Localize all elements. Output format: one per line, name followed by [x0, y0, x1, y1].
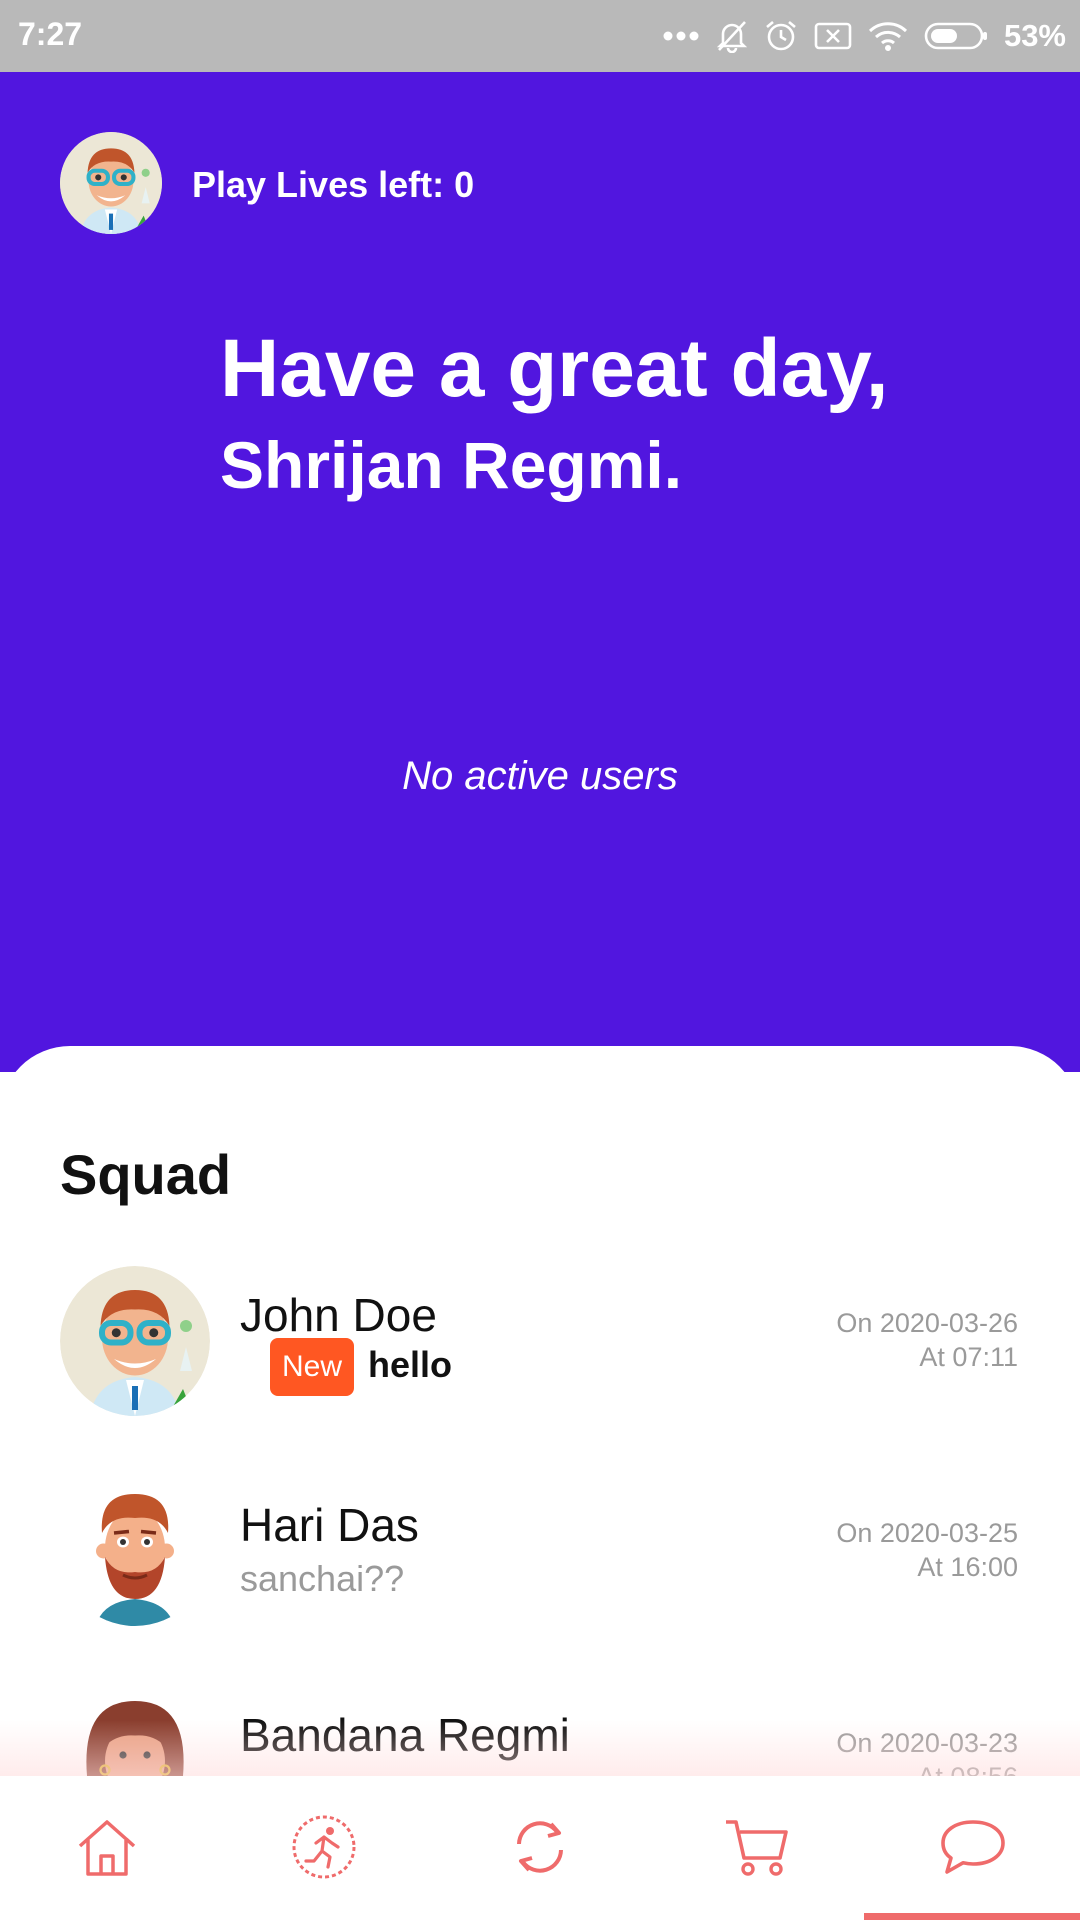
- refresh-icon: [507, 1814, 573, 1885]
- cart-icon: [722, 1814, 792, 1885]
- status-bar: 7:27 53%: [0, 0, 1080, 72]
- bell-off-icon: [716, 19, 748, 53]
- play-lives-label: Play Lives left: 0: [192, 164, 475, 205]
- active-users-status: No active users: [402, 754, 678, 798]
- squad-title: Squad: [60, 1143, 232, 1206]
- member-name: Bandana Regmi: [240, 1709, 570, 1761]
- nav-home-button[interactable]: [62, 1804, 152, 1894]
- squad-member-row[interactable]: John Doe New hello On 2020-03-26 At 07:1…: [0, 1266, 1080, 1436]
- member-last-message: sanchai??: [240, 1558, 405, 1599]
- message-date: On 2020-03-23: [836, 1728, 1018, 1758]
- user-name: Shrijan Regmi.: [220, 428, 683, 502]
- greeting-text: Have a great day,: [220, 323, 889, 414]
- status-time: 7:27: [18, 16, 83, 52]
- profile-avatar[interactable]: [60, 132, 162, 234]
- battery-percent: 53%: [1003, 18, 1066, 53]
- hero-banner: Play Lives left: 0 Have a great day, Shr…: [0, 72, 1080, 1072]
- message-date: On 2020-03-25: [836, 1518, 1018, 1548]
- message-time: At 16:00: [917, 1552, 1018, 1582]
- sim-off-icon: [814, 21, 852, 51]
- home-icon: [74, 1814, 140, 1885]
- squad-member-row[interactable]: Hari Das sanchai?? On 2020-03-25 At 16:0…: [0, 1476, 1080, 1646]
- member-name: John Doe: [240, 1289, 437, 1341]
- battery-icon: [924, 21, 988, 51]
- member-avatar: [60, 1266, 210, 1416]
- more-dots-icon: [662, 30, 700, 42]
- alarm-icon: [764, 19, 798, 53]
- new-message-badge: New: [270, 1338, 354, 1396]
- message-timestamp: On 2020-03-25 At 16:00: [836, 1516, 1018, 1584]
- nav-refresh-button[interactable]: [495, 1804, 585, 1894]
- member-avatar: [60, 1476, 210, 1626]
- nav-chat-button[interactable]: [928, 1804, 1018, 1894]
- bottom-navigation: [0, 1776, 1080, 1920]
- member-last-message: hello: [368, 1344, 453, 1385]
- chat-icon: [939, 1816, 1007, 1883]
- message-time: At 07:11: [919, 1342, 1018, 1372]
- active-tab-indicator: [864, 1913, 1080, 1920]
- message-date: On 2020-03-26: [836, 1308, 1018, 1338]
- status-icons: 53%: [662, 14, 1066, 58]
- message-timestamp: On 2020-03-26 At 07:11: [836, 1306, 1018, 1374]
- activity-icon: [290, 1813, 358, 1886]
- member-name: Hari Das: [240, 1499, 419, 1551]
- nav-cart-button[interactable]: [712, 1804, 802, 1894]
- wifi-icon: [868, 20, 908, 52]
- nav-activity-button[interactable]: [279, 1804, 369, 1894]
